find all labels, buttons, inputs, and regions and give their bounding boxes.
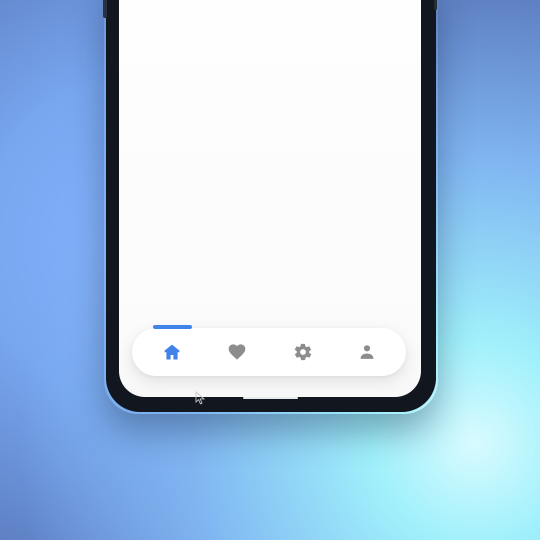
side-button-left	[103, 0, 107, 18]
tab-home[interactable]	[156, 336, 188, 368]
person-icon	[357, 342, 377, 362]
tab-settings[interactable]	[287, 336, 319, 368]
tab-profile[interactable]	[351, 336, 383, 368]
selected-tab-indicator	[153, 325, 192, 329]
bottom-navigation	[132, 325, 406, 376]
tab-favorites[interactable]	[221, 336, 253, 368]
heart-icon	[227, 342, 247, 362]
gear-icon	[293, 342, 313, 362]
home-icon	[162, 342, 182, 362]
arrow-cursor-icon	[195, 391, 206, 405]
home-indicator[interactable]	[243, 397, 298, 399]
side-button-right	[434, 0, 437, 10]
system-gesture-area	[119, 390, 421, 408]
phone-screen	[119, 0, 421, 397]
